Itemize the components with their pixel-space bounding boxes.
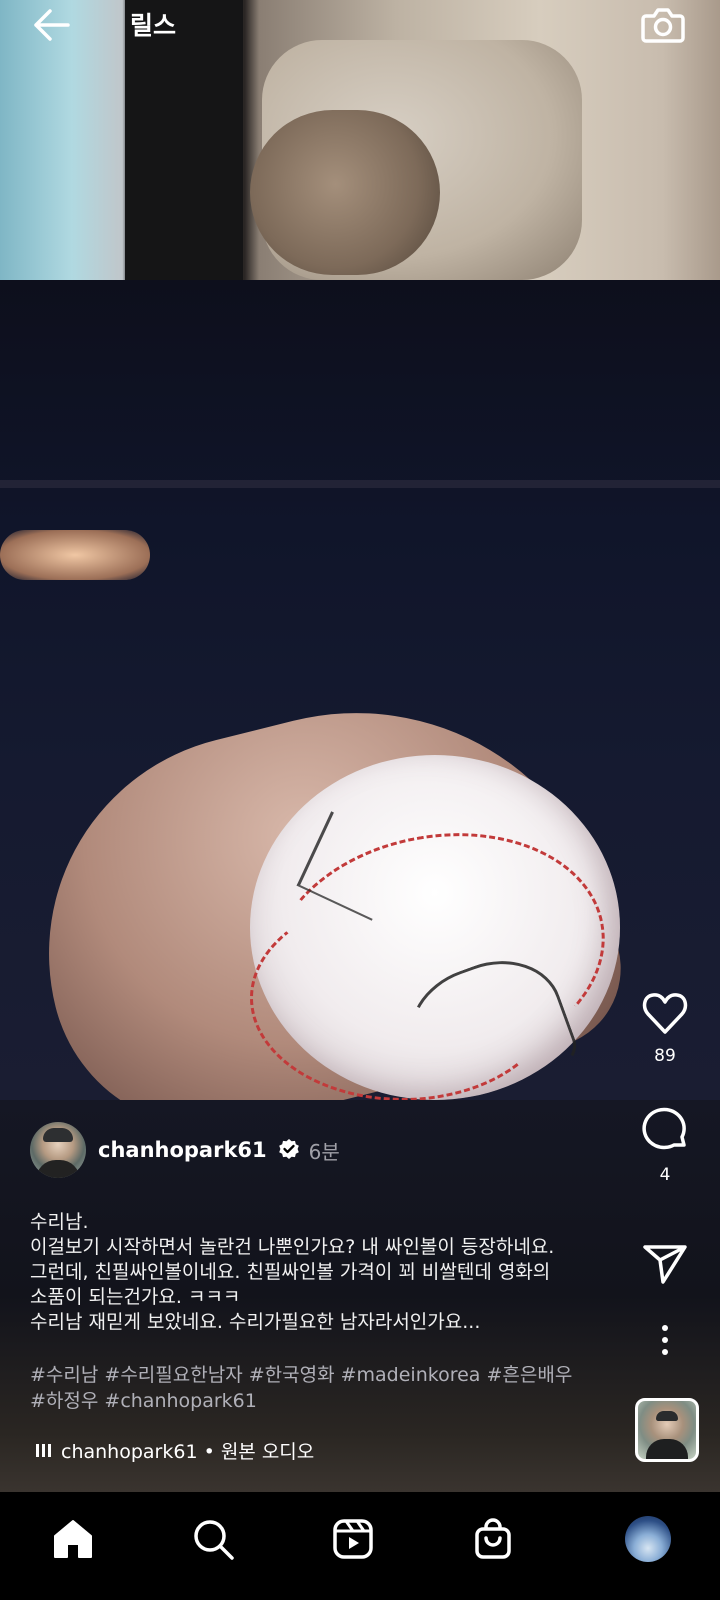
arrow-left-icon [34,9,70,41]
audio-label: chanhopark61 • 원본 오디오 [61,1441,315,1463]
paper-plane-icon [643,1245,687,1284]
nav-profile[interactable] [623,1514,673,1564]
more-vertical-icon [662,1325,668,1355]
caption-line: 소품이 되는건가요. ㅋㅋㅋ [30,1286,241,1308]
back-button[interactable] [28,4,76,46]
like-count: 89 [654,1046,676,1066]
post-hashtags[interactable]: #수리남 #수리필요한남자 #한국영화 #madeinkorea #흔은배우 #… [30,1362,610,1414]
post-time: 6분 [308,1139,340,1164]
page-title: 릴스 [130,11,177,40]
caption-line: 그런데, 친필싸인볼이네요. 친필싸인볼 가격이 꾀 비쌀텐데 영화의 [30,1261,551,1283]
comment-count: 4 [659,1165,671,1185]
audio-attribution[interactable]: chanhopark61 • 원본 오디오 [36,1437,314,1464]
more-options-button[interactable] [630,1324,700,1356]
author-avatar[interactable] [30,1122,86,1178]
like-action[interactable]: 89 [630,990,700,1066]
caption-line: 수리남. [30,1211,89,1233]
reels-icon [333,1519,373,1559]
shop-bag-icon [475,1518,511,1559]
nav-shop[interactable] [468,1514,518,1564]
audio-thumbnail[interactable] [635,1398,699,1462]
caption-line: 이걸보기 시작하면서 놀란건 나뿐인가요? 내 싸인볼이 등장하네요. [30,1236,555,1258]
search-icon [194,1520,234,1560]
home-icon [54,1520,92,1558]
nav-home[interactable] [48,1514,98,1564]
caption-line: 수리남 재믿게 보았네요. 수리가필요한 남자라서인가요... [30,1311,481,1333]
author-row: chanhopark61 6분 [30,1122,340,1178]
profile-avatar [625,1516,671,1562]
camera-icon [641,8,685,43]
hashtag-line: #하정우 #chanhopark61 [30,1390,257,1412]
reel-signed-baseball [250,755,624,1114]
camera-button[interactable] [640,2,686,46]
comment-icon [642,1107,686,1150]
hashtag-line: #수리남 #수리필요한남자 #한국영화 #madeinkorea #흔은배우 [30,1364,573,1386]
bottom-navigation [0,1492,720,1600]
share-action[interactable] [630,1242,700,1286]
nav-reels[interactable] [328,1514,378,1564]
heart-icon [642,993,688,1034]
comment-action[interactable]: 4 [630,1105,700,1185]
author-username[interactable]: chanhopark61 [98,1138,267,1162]
nav-search[interactable] [188,1514,238,1564]
top-bar: 릴스 [0,0,720,50]
audio-bars-icon [36,1444,51,1457]
reel-viewport[interactable]: 릴스 89 4 chanhopark61 6분 수리남. 이걸보기 시작하면서 … [0,0,720,1492]
verified-badge-icon [278,1139,299,1159]
post-caption[interactable]: 수리남. 이걸보기 시작하면서 놀란건 나뿐인가요? 내 싸인볼이 등장하네요.… [30,1210,610,1335]
